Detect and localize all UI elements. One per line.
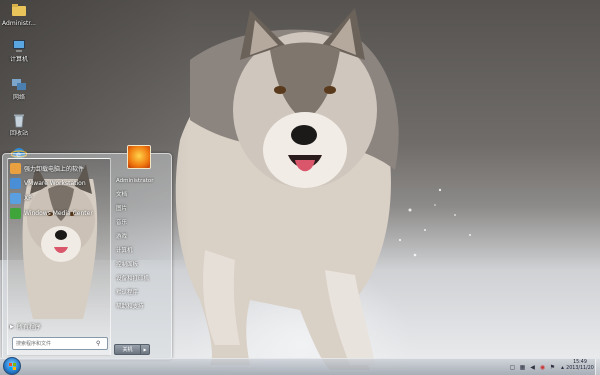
- start-program-label: 强力卸载电脑上的软件: [24, 166, 85, 173]
- start-place-pictures[interactable]: 图片: [111, 202, 167, 216]
- start-search-box[interactable]: ⚲: [12, 337, 108, 350]
- desktop-icon-label: 回收站: [9, 130, 28, 137]
- desktop-icon-administrator[interactable]: Administr...: [2, 2, 36, 27]
- computer-icon: [11, 38, 27, 54]
- start-program-item[interactable]: Windows Media Center: [8, 206, 110, 221]
- desktop-icon-network[interactable]: 网络: [2, 76, 36, 101]
- all-programs-label: 所有程序: [16, 324, 41, 331]
- tray-arrow-icon[interactable]: ▴: [559, 364, 566, 371]
- recycle-bin-icon: [11, 112, 27, 128]
- desktop-icon-label: Administr...: [2, 20, 36, 27]
- start-place-computer[interactable]: 计算机: [111, 244, 167, 258]
- tray-volume-icon[interactable]: ◀: [529, 364, 536, 371]
- media-center-icon: [10, 208, 21, 219]
- start-place-default-programs[interactable]: 默认程序: [111, 286, 167, 300]
- tray-flag-icon[interactable]: ⚑: [549, 364, 556, 371]
- all-programs-button[interactable]: ▶ 所有程序: [10, 322, 106, 332]
- start-place-administrator[interactable]: Administrator: [111, 174, 167, 188]
- user-folder-icon: [11, 2, 27, 18]
- start-button[interactable]: [3, 357, 21, 375]
- shutdown-group: 关机 ▶: [114, 344, 150, 355]
- network-icon: [11, 76, 27, 92]
- start-place-documents[interactable]: 文档: [111, 188, 167, 202]
- show-desktop-button[interactable]: [595, 359, 600, 375]
- tray-network-icon[interactable]: ▦: [519, 364, 526, 371]
- desktop-icon-label: 网络: [12, 94, 25, 101]
- shutdown-options-button[interactable]: ▶: [141, 344, 150, 355]
- start-place-games[interactable]: 游戏: [111, 230, 167, 244]
- desktop-icon-recycle-bin[interactable]: 回收站: [2, 112, 36, 137]
- xp-window-icon: [10, 193, 21, 204]
- start-program-item[interactable]: VMware Workstation: [8, 176, 110, 191]
- start-program-label: Windows Media Center: [24, 210, 93, 217]
- start-menu: 强力卸载电脑上的软件 VMware Workstation XP Windows…: [2, 153, 172, 360]
- system-tray: ▢ ▦ ◀ ◉ ⚑ ▴: [509, 361, 566, 373]
- tray-security-icon[interactable]: ◉: [539, 364, 546, 371]
- start-program-item[interactable]: XP: [8, 191, 110, 206]
- arrow-right-icon: ▶: [143, 347, 147, 352]
- start-menu-programs-pane: 强力卸载电脑上的软件 VMware Workstation XP Windows…: [7, 158, 111, 356]
- uninstaller-icon: [10, 163, 21, 174]
- arrow-right-icon: ▶: [10, 323, 14, 330]
- start-program-label: XP: [24, 195, 32, 202]
- tray-box-icon[interactable]: ▢: [509, 364, 516, 371]
- desktop-icon-computer[interactable]: 计算机: [2, 38, 36, 63]
- shutdown-button[interactable]: 关机: [114, 344, 141, 355]
- taskbar-clock[interactable]: 15:49 2013/11/20: [566, 360, 594, 372]
- start-place-help-support[interactable]: 帮助和支持: [111, 300, 167, 314]
- start-place-music[interactable]: 音乐: [111, 216, 167, 230]
- user-picture[interactable]: [127, 145, 151, 169]
- start-place-devices-printers[interactable]: 设备和打印机: [111, 272, 167, 286]
- clock-date: 2013/11/20: [566, 366, 594, 371]
- start-program-label: VMware Workstation: [24, 180, 86, 187]
- windows-logo-icon: [8, 362, 16, 370]
- start-place-control-panel[interactable]: 控制面板: [111, 258, 167, 272]
- vmware-icon: [10, 178, 21, 189]
- start-menu-places-pane: Administrator 文档 图片 音乐 游戏 计算机 控制面板 设备和打印…: [111, 174, 167, 314]
- taskbar: ▢ ▦ ◀ ◉ ⚑ ▴ 15:49 2013/11/20: [0, 357, 600, 375]
- start-program-item[interactable]: 强力卸载电脑上的软件: [8, 161, 110, 176]
- search-icon: ⚲: [96, 340, 101, 347]
- start-search-input[interactable]: [13, 339, 96, 348]
- desktop-icon-label: 计算机: [9, 56, 28, 63]
